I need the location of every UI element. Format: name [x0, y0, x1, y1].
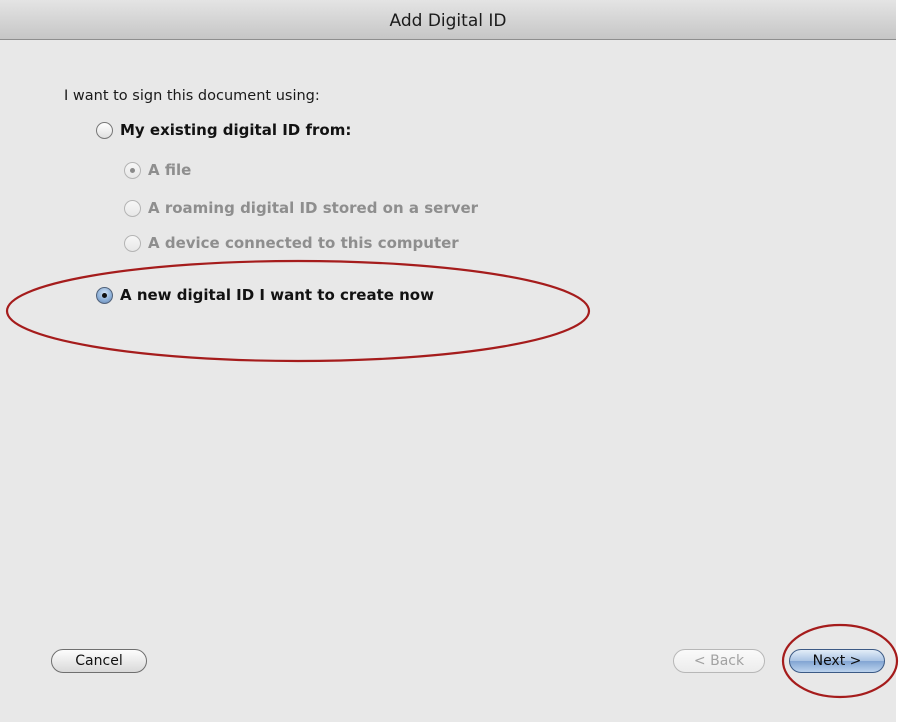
option-roaming-id[interactable]: A roaming digital ID stored on a server	[124, 199, 478, 217]
radio-roaming-id[interactable]	[124, 199, 141, 217]
prompt-text: I want to sign this document using:	[64, 88, 320, 104]
option-existing-digital-id[interactable]: My existing digital ID from:	[96, 121, 351, 139]
radio-new-digital-id[interactable]	[96, 286, 113, 304]
radio-existing-digital-id[interactable]	[96, 121, 113, 139]
back-button[interactable]: < Back	[673, 649, 765, 673]
cancel-button[interactable]: Cancel	[51, 649, 147, 673]
option-roaming-label: A roaming digital ID stored on a server	[148, 199, 479, 217]
option-a-file[interactable]: A file	[124, 161, 191, 179]
option-device-label: A device connected to this computer	[148, 234, 459, 252]
option-a-file-label: A file	[148, 161, 192, 179]
option-new-id-label: A new digital ID I want to create now	[120, 286, 434, 304]
next-button[interactable]: Next >	[789, 649, 885, 673]
add-digital-id-dialog: Add Digital ID I want to sign this docum…	[0, 0, 896, 722]
title-bar[interactable]: Add Digital ID	[0, 0, 896, 40]
option-device[interactable]: A device connected to this computer	[124, 234, 459, 252]
radio-a-file[interactable]	[124, 161, 141, 179]
option-existing-label: My existing digital ID from:	[120, 121, 352, 139]
option-new-digital-id[interactable]: A new digital ID I want to create now	[96, 286, 434, 304]
radio-device[interactable]	[124, 234, 141, 252]
dialog-title: Add Digital ID	[389, 11, 507, 31]
